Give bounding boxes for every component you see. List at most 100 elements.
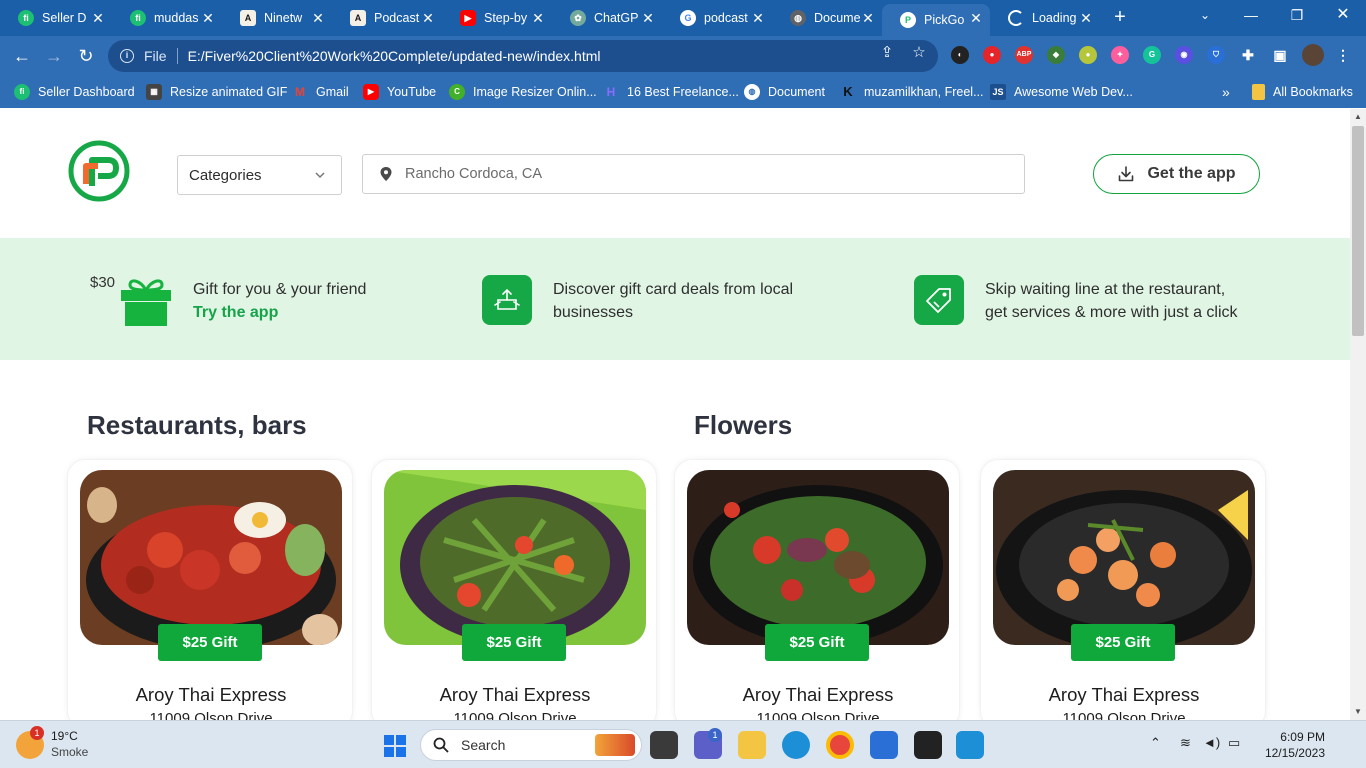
close-icon[interactable]: ✕ [750,10,766,26]
business-card[interactable]: $25 Gift Aroy Thai Express 11009 Olson D… [67,459,353,720]
business-name[interactable]: Aroy Thai Express [981,684,1267,706]
avatar[interactable] [1302,44,1324,66]
section-title-flowers: Flowers [694,410,793,440]
task-view-icon[interactable] [650,731,678,759]
location-input[interactable]: Rancho Cordoca, CA [362,154,1025,194]
clock-time: 6:09 PM [1280,730,1325,744]
info-icon[interactable]: i [120,49,134,63]
close-icon[interactable]: ✕ [310,10,326,26]
browser-tab[interactable]: fi Seller D ✕ [0,4,112,32]
business-name[interactable]: Aroy Thai Express [372,684,658,706]
close-icon[interactable]: ✕ [968,10,984,26]
browser-tab[interactable]: ▶ Step-by ✕ [442,4,552,32]
store-icon[interactable] [870,731,898,759]
bookmark-item[interactable]: H 16 Best Freelance... [603,82,739,102]
bookmark-item[interactable]: ▶ YouTube [363,82,436,102]
divider [176,48,178,64]
extension-icon[interactable]: ◐ [951,46,969,64]
business-name[interactable]: Aroy Thai Express [68,684,354,706]
categories-label: Categories [189,166,262,184]
battery-icon[interactable]: ▭ [1228,735,1240,751]
wifi-icon[interactable]: ≋ [1180,735,1191,751]
side-panel-icon[interactable]: ▣ [1271,46,1289,64]
bookmark-item[interactable]: fi Seller Dashboard [14,82,135,102]
grammarly-icon[interactable]: G [1143,46,1161,64]
try-the-app-link[interactable]: Try the app [193,301,366,324]
all-bookmarks-folder[interactable]: All Bookmarks [1252,82,1353,102]
page-scrollbar[interactable]: ▲ ▼ [1350,109,1366,720]
reload-button[interactable]: ↻ [74,44,98,68]
share-icon[interactable]: ⇪ [878,44,896,62]
restore-button[interactable]: ❐ [1274,0,1320,32]
minimize-button[interactable]: — [1228,0,1274,32]
business-card[interactable]: $25 Gift Aroy Thai Express 11009 Olson D… [980,459,1266,720]
extension-icon[interactable]: ◆ [1047,46,1065,64]
system-clock[interactable]: 6:09 PM 12/15/2023 [1255,729,1325,761]
forward-button[interactable]: → [42,44,66,68]
close-icon[interactable]: ✕ [640,10,656,26]
bookmark-item[interactable]: M Gmail [292,82,349,102]
bookmark-item[interactable]: ▦ Resize animated GIF [146,82,287,102]
browser-tab[interactable]: A Ninetw ✕ [222,4,332,32]
gmail-icon: M [295,85,305,99]
close-icon[interactable]: ✕ [860,10,876,26]
file-explorer-icon[interactable] [738,731,766,759]
url-text[interactable]: E:/Fiver%20Client%20Work%20Complete/upda… [188,48,601,64]
edge-icon[interactable] [782,731,810,759]
k-icon: K [843,84,853,99]
browser-tab[interactable]: ◍ Docume ✕ [772,4,882,32]
tab-search-button[interactable]: ⌄ [1182,0,1228,32]
bookmark-item[interactable]: K muzamilkhan, Freel... [840,82,983,102]
business-name[interactable]: Aroy Thai Express [675,684,961,706]
terminal-icon[interactable] [914,731,942,759]
shield-icon[interactable]: ⛉ [1207,46,1225,64]
gift-promo-text: Gift for you & your friend Try the app [193,278,366,324]
close-icon[interactable]: ✕ [530,10,546,26]
globe-icon: ◍ [790,10,806,26]
new-tab-button[interactable]: + [1108,6,1132,30]
scrollbar-thumb[interactable] [1352,126,1364,336]
back-button[interactable]: ← [10,44,34,68]
get-the-app-button[interactable]: Get the app [1093,154,1260,194]
address-bar[interactable]: i File E:/Fiver%20Client%20Work%20Comple… [108,40,938,72]
more-bookmarks-icon[interactable]: » [1222,82,1230,102]
extension-icon[interactable]: ● [1079,46,1097,64]
chevron-up-icon[interactable]: ⌃ [1150,735,1161,751]
close-window-button[interactable]: ✕ [1320,0,1366,32]
menu-dots-icon[interactable]: ⋮ [1334,46,1352,64]
volume-icon[interactable]: ◄) [1203,735,1220,750]
extension-icon[interactable]: ● [983,46,1001,64]
adblock-icon[interactable]: ABP [1015,46,1033,64]
browser-tab[interactable]: fi muddas ✕ [112,4,222,32]
close-icon[interactable]: ✕ [90,10,106,26]
chrome-icon[interactable] [826,731,854,759]
browser-tab-active[interactable]: P PickGo ✕ [882,4,990,36]
vscode-icon[interactable] [956,731,984,759]
chevron-down-icon [315,172,325,179]
business-card[interactable]: $25 Gift Aroy Thai Express 11009 Olson D… [674,459,960,720]
scroll-down-arrow-icon[interactable]: ▼ [1350,704,1366,720]
gift-badge: $25 Gift [158,624,262,661]
weather-temperature[interactable]: 19°C [51,729,78,743]
close-icon[interactable]: ✕ [200,10,216,26]
extension-icon[interactable]: ✦ [1111,46,1129,64]
browser-tab[interactable]: A Podcast ✕ [332,4,442,32]
browser-tab[interactable]: Loading ✕ [990,4,1100,32]
extensions-puzzle-icon[interactable]: ✚ [1239,46,1257,64]
taskbar-search[interactable]: Search [420,729,642,761]
weather-condition[interactable]: Smoke [51,745,88,759]
business-card[interactable]: $25 Gift Aroy Thai Express 11009 Olson D… [371,459,657,720]
close-icon[interactable]: ✕ [1078,10,1094,26]
bookmark-star-icon[interactable]: ☆ [910,44,928,62]
scroll-up-arrow-icon[interactable]: ▲ [1350,109,1366,125]
browser-tab[interactable]: ✿ ChatGP ✕ [552,4,662,32]
browser-tab[interactable]: G podcast ✕ [662,4,772,32]
bookmark-item[interactable]: JS Awesome Web Dev... [990,82,1133,102]
windows-start-icon[interactable] [383,734,407,758]
bookmark-item[interactable]: C Image Resizer Onlin... [449,82,597,102]
close-icon[interactable]: ✕ [420,10,436,26]
extension-icon[interactable]: ◉ [1175,46,1193,64]
bookmark-item[interactable]: ◍ Document [744,82,825,102]
pickgo-logo[interactable] [68,140,130,202]
categories-dropdown[interactable]: Categories [177,155,342,195]
